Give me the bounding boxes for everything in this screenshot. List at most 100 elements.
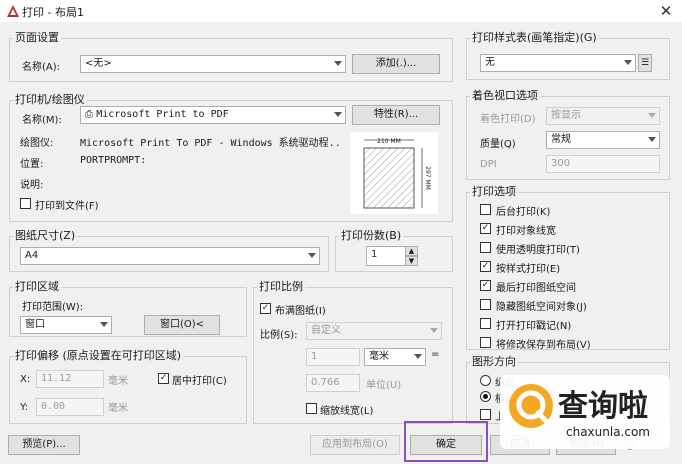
scale-denominator-input[interactable]: 0.766	[306, 374, 360, 392]
plot-stamp-checkbox[interactable]	[480, 318, 491, 329]
page-setup-label: 页面设置	[13, 31, 61, 44]
background-plot-label: 后台打印(K)	[496, 207, 551, 218]
preview-height-label: 297 MM	[424, 166, 431, 190]
print-scale-label: 打印比例	[257, 280, 305, 293]
landscape-radio[interactable]	[480, 391, 491, 402]
preview-button[interactable]: 预览(P)...	[8, 435, 80, 455]
print-area-label: 打印区域	[13, 280, 61, 293]
scale-unit-select[interactable]: 毫米	[364, 348, 426, 366]
plot-style-select[interactable]: 无	[480, 54, 636, 72]
paper-size-select[interactable]: A4	[20, 247, 320, 265]
offset-x-unit: 毫米	[108, 376, 128, 387]
preview-width-label: 210 MM	[377, 138, 401, 145]
chevron-down-icon	[624, 60, 632, 65]
offset-y-unit: 毫米	[108, 403, 128, 414]
print-to-file-checkbox[interactable]	[20, 198, 31, 209]
printer-name-value: Microsoft Print to PDF	[96, 109, 229, 120]
properties-button[interactable]: 特性(R)...	[352, 105, 440, 125]
plot-lineweights-label: 打印对象线宽	[496, 226, 556, 237]
paper-size-value: A4	[25, 250, 39, 261]
paper-preview: 210 MM 297 MM	[350, 132, 438, 214]
quality-label: 质量(Q)	[480, 139, 516, 150]
offset-y-input[interactable]: 0.00	[36, 398, 104, 416]
chevron-down-icon	[430, 328, 438, 333]
save-to-layout-label: 将修改保存到布局(V)	[496, 340, 591, 351]
quality-value: 常规	[551, 134, 571, 145]
watermark: 查询啦 chaxunla.com	[500, 375, 670, 449]
page-setup-name-label: 名称(A):	[22, 62, 61, 73]
print-offset-label: 打印偏移 (原点设置在可打印区域)	[13, 349, 184, 362]
shade-plot-select[interactable]: 按显示	[546, 107, 660, 125]
plot-stamp-label: 打开打印戳记(N)	[496, 321, 572, 332]
shade-plot-value: 按显示	[551, 110, 581, 121]
close-icon[interactable]: ✕	[656, 1, 676, 21]
scale-label: 比例(S):	[260, 330, 298, 341]
hide-paperspace-checkbox[interactable]	[480, 299, 491, 310]
plot-with-styles-label: 按样式打印(E)	[496, 264, 561, 275]
copies-input[interactable]: 1	[366, 246, 406, 266]
scale-lineweights-checkbox[interactable]	[306, 403, 317, 414]
save-to-layout-checkbox[interactable]	[480, 337, 491, 348]
background-plot-checkbox[interactable]	[480, 204, 491, 215]
print-range-value: 窗口	[25, 319, 45, 330]
location-label: 位置:	[20, 159, 44, 170]
plot-lineweights-checkbox[interactable]: ✓	[480, 223, 491, 234]
print-to-file-label: 打印到文件(F)	[35, 201, 99, 212]
orientation-label: 图形方向	[470, 355, 518, 368]
center-plot-label: 居中打印(C)	[172, 376, 227, 387]
scale-units-label: 单位(U)	[366, 380, 402, 391]
scale-numerator-input[interactable]: 1	[306, 348, 360, 366]
pick-window-button[interactable]: 窗口(O)<	[144, 315, 220, 335]
dpi-input[interactable]: 300	[546, 155, 660, 173]
apply-to-layout-button[interactable]: 应用到布局(O)	[310, 435, 400, 455]
paper-size-label: 图纸尺寸(Z)	[13, 229, 78, 242]
plot-transparency-label: 使用透明度打印(T)	[496, 245, 580, 256]
printer-name-select[interactable]: ⎙ Microsoft Print to PDF	[80, 106, 346, 124]
watermark-domain: chaxunla.com	[566, 425, 650, 439]
dpi-label: DPI	[480, 159, 497, 170]
scale-select[interactable]: 自定义	[306, 322, 442, 340]
plot-style-value: 无	[485, 57, 495, 68]
page-setup-name-select[interactable]: <无>	[80, 55, 346, 73]
plot-transparency-checkbox[interactable]	[480, 242, 491, 253]
fit-to-paper-label: 布满图纸(I)	[275, 306, 326, 317]
plot-options-label: 打印选项	[470, 185, 518, 198]
location-value: PORTPROMPT:	[80, 155, 147, 166]
title-bar	[0, 0, 682, 22]
shade-plot-label: 着色打印(D)	[480, 114, 536, 125]
print-range-select[interactable]: 窗口	[20, 316, 112, 334]
center-plot-checkbox[interactable]: ✓	[158, 373, 169, 384]
paperspace-last-checkbox[interactable]: ✓	[480, 280, 491, 291]
shaded-viewport-label: 着色视口选项	[470, 89, 540, 102]
ok-button-highlight	[404, 421, 488, 462]
description-label: 说明:	[20, 180, 44, 191]
scale-lineweights-label: 缩放线宽(L)	[320, 406, 374, 417]
watermark-text: 查询啦	[558, 389, 648, 424]
scale-value: 自定义	[311, 325, 341, 336]
copies-up-icon[interactable]: ▲	[405, 246, 418, 256]
offset-y-label: Y:	[20, 402, 29, 413]
portrait-radio[interactable]	[480, 375, 491, 386]
plotter-value: Microsoft Print To PDF - Windows 系统驱动程..…	[80, 138, 342, 149]
fit-to-paper-checkbox[interactable]: ✓	[260, 303, 271, 314]
upside-down-checkbox[interactable]	[480, 409, 491, 420]
chevron-down-icon	[100, 322, 108, 327]
plot-with-styles-checkbox[interactable]: ✓	[480, 261, 491, 272]
chevron-down-icon	[648, 113, 656, 118]
chevron-down-icon	[648, 137, 656, 142]
plot-style-label: 打印样式表(画笔指定)(G)	[470, 31, 599, 44]
quality-select[interactable]: 常规	[546, 131, 660, 149]
offset-x-input[interactable]: 11.12	[36, 370, 104, 388]
offset-x-label: X:	[20, 374, 31, 385]
edit-plot-style-icon[interactable]: ☰	[638, 54, 652, 72]
add-page-setup-button[interactable]: 添加(.)...	[352, 54, 440, 74]
page-setup-name-value: <无>	[85, 58, 112, 69]
autocad-logo-icon	[7, 5, 19, 17]
plotter-label: 绘图仪:	[20, 138, 54, 149]
copies-down-icon[interactable]: ▼	[405, 256, 418, 266]
watermark-logo-icon	[509, 384, 553, 428]
chevron-down-icon	[334, 112, 342, 117]
scale-unit-value: 毫米	[369, 351, 389, 362]
chevron-down-icon	[414, 354, 422, 359]
paperspace-last-label: 最后打印图纸空间	[496, 283, 576, 294]
